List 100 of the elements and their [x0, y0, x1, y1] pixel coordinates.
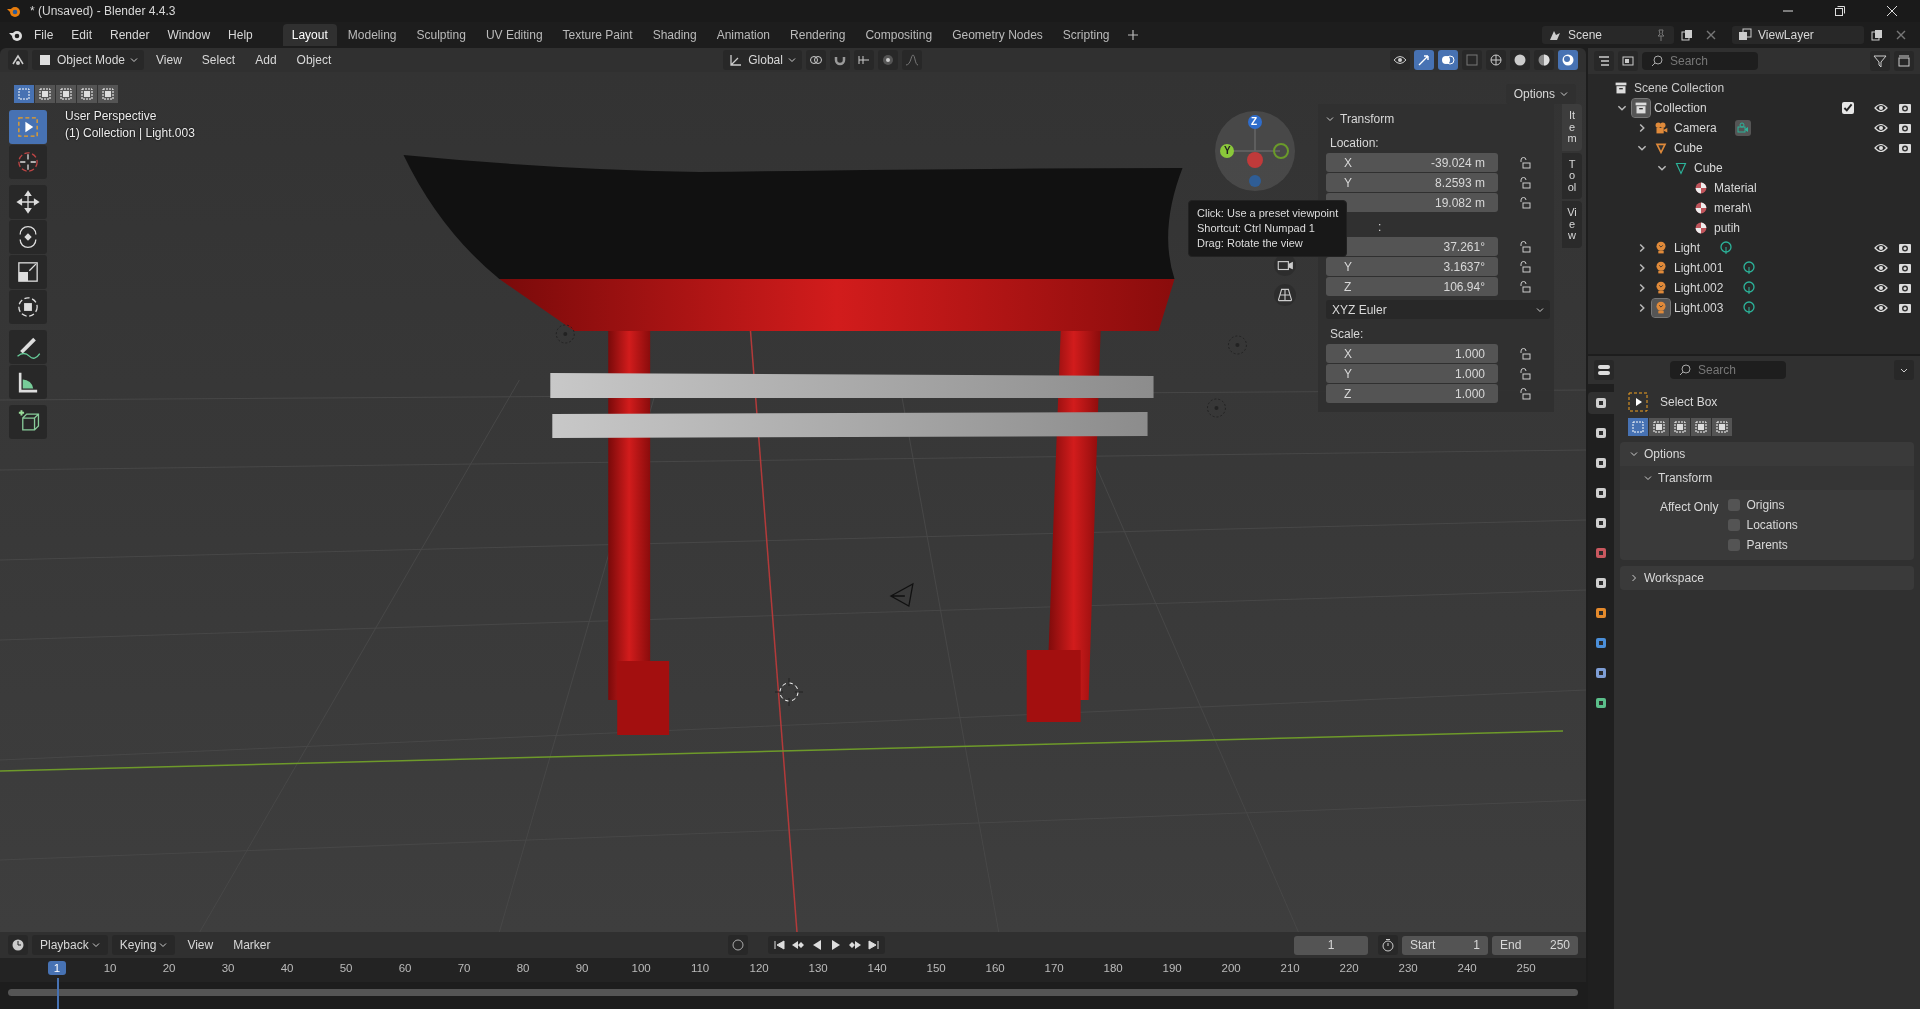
stopwatch-icon[interactable] [1378, 935, 1398, 955]
light-data-icon[interactable] [1741, 280, 1758, 296]
workspace-tab[interactable]: Scripting [1053, 24, 1119, 46]
copy-icon[interactable] [1680, 28, 1694, 42]
select-tool-icon[interactable] [9, 110, 47, 144]
camera-icon[interactable] [1898, 281, 1912, 295]
selection-mode-icon[interactable] [56, 85, 76, 103]
workspace-tab[interactable]: UV Editing [476, 24, 552, 46]
mode-dropdown[interactable]: Object Mode [32, 50, 145, 70]
selection-mode-icon[interactable] [77, 85, 97, 103]
menu-item[interactable]: File [26, 25, 62, 45]
lock-icon[interactable] [1518, 366, 1532, 381]
wireframe-shading-icon[interactable] [1486, 50, 1506, 70]
lock-icon[interactable] [1518, 155, 1532, 170]
outliner-item[interactable]: putih [1714, 221, 1741, 235]
current-frame-field[interactable]: 1 [1294, 935, 1368, 955]
camera-icon[interactable] [1898, 261, 1912, 275]
eye-icon[interactable] [1874, 301, 1888, 315]
outliner-item[interactable]: Camera [1674, 121, 1717, 135]
camera-icon[interactable] [1898, 121, 1912, 135]
selection-mode-icon[interactable] [1649, 418, 1669, 436]
rotate-tool-icon[interactable] [9, 220, 47, 254]
close-icon[interactable] [1886, 5, 1898, 17]
workspace-tab[interactable]: Layout [282, 24, 337, 46]
outliner-item[interactable]: Material [1714, 181, 1757, 195]
lock-icon[interactable] [1518, 175, 1532, 190]
lock-icon[interactable] [1518, 195, 1532, 210]
outliner-item[interactable]: Light.002 [1674, 281, 1724, 295]
filter-icon[interactable] [1870, 51, 1890, 71]
copy-icon[interactable] [1870, 28, 1884, 42]
grid-icon[interactable] [1274, 284, 1296, 306]
eye-icon[interactable] [1874, 241, 1888, 255]
selection-mode-icon[interactable] [1670, 418, 1690, 436]
outliner-item[interactable]: Light.003 [1674, 301, 1724, 315]
eye-icon[interactable] [1874, 281, 1888, 295]
outliner-item[interactable]: Collection [1654, 101, 1707, 115]
magnet-icon[interactable] [829, 50, 850, 70]
menu-item[interactable]: Playback [32, 935, 108, 955]
menu-item[interactable]: Render [102, 25, 158, 45]
eye-icon[interactable] [1874, 261, 1888, 275]
jump-start-icon[interactable] [771, 938, 786, 952]
workspace-tab[interactable]: Texture Paint [553, 24, 642, 46]
end-frame-field[interactable]: End 250 [1492, 935, 1578, 955]
search-field[interactable]: Search [1670, 361, 1786, 379]
selection-mode-icon[interactable] [1712, 418, 1732, 436]
light-data-icon[interactable] [1718, 240, 1735, 256]
material-shading-icon[interactable] [1534, 50, 1554, 70]
menu-item[interactable]: View [148, 50, 190, 70]
outliner-item[interactable]: Light [1674, 241, 1701, 255]
clock-icon[interactable] [8, 935, 28, 955]
menu-item[interactable]: Select [193, 50, 244, 70]
selection-mode-icon[interactable] [98, 85, 118, 103]
search-field[interactable]: Search [1642, 52, 1758, 70]
navigation-gizmo[interactable] [1215, 111, 1295, 191]
selection-mode-icon[interactable] [1691, 418, 1711, 436]
number-field[interactable]: X 1.000 [1326, 344, 1498, 363]
start-frame-field[interactable]: Start 1 [1402, 935, 1488, 955]
jump-end-icon[interactable] [866, 938, 881, 952]
workspace-tab[interactable]: Sculpting [407, 24, 475, 46]
rendered-shading-icon[interactable] [1558, 50, 1578, 70]
workspace-tab[interactable]: Rendering [781, 24, 855, 46]
menu-item[interactable]: Add [247, 50, 285, 70]
visibility-icon[interactable] [1390, 50, 1410, 70]
workspace-tab[interactable]: Shading [643, 24, 706, 46]
lock-icon[interactable] [1518, 239, 1532, 254]
outliner-item[interactable]: Cube [1694, 161, 1723, 175]
camera-icon[interactable] [1898, 101, 1912, 115]
number-field[interactable]: Y 3.1637° [1326, 257, 1498, 276]
subpanel-header[interactable]: Transform [1620, 466, 1914, 490]
number-field[interactable]: Y 8.2593 m [1326, 173, 1498, 192]
menu-item[interactable]: Object [288, 50, 340, 70]
add-cube-tool-icon[interactable] [9, 405, 47, 439]
workspace-tab[interactable]: Compositing [856, 24, 942, 46]
number-field[interactable]: Y 1.000 [1326, 364, 1498, 383]
menu-item[interactable]: Marker [225, 935, 279, 955]
tool-tab-icon[interactable] [1588, 392, 1614, 414]
camera-data-icon[interactable] [1734, 120, 1751, 136]
lock-icon[interactable] [1518, 386, 1532, 401]
workspace-tab[interactable]: Geometry Nodes [943, 24, 1052, 46]
scene-selector[interactable]: Scene [1542, 26, 1674, 44]
caret-icon[interactable] [1326, 115, 1334, 123]
outliner-item[interactable]: Scene Collection [1634, 81, 1725, 95]
editor-type-icon[interactable] [1594, 51, 1614, 71]
menu-item[interactable]: Window [159, 25, 219, 45]
sidebar-tab[interactable]: Item [1562, 104, 1582, 151]
sidebar-tab[interactable]: View [1562, 201, 1582, 248]
record-icon[interactable] [727, 935, 748, 955]
menu-item[interactable]: Help [220, 25, 261, 45]
proportional-edit-icon[interactable] [877, 50, 898, 70]
sidebar-tab[interactable]: Tool [1562, 152, 1582, 200]
workspace-tab[interactable]: Modeling [338, 24, 406, 46]
annotate-tool-icon[interactable] [9, 330, 47, 364]
panel-header[interactable]: Options [1620, 442, 1914, 466]
transform-tool-icon[interactable] [9, 290, 47, 324]
menu-item[interactable]: View [179, 935, 222, 955]
outliner-item[interactable]: Light.001 [1674, 261, 1724, 275]
light-data-icon[interactable] [1741, 300, 1758, 316]
move-tool-icon[interactable] [9, 185, 47, 219]
previous-keyframe-icon[interactable] [790, 938, 805, 952]
maximize-icon[interactable] [1834, 5, 1846, 17]
